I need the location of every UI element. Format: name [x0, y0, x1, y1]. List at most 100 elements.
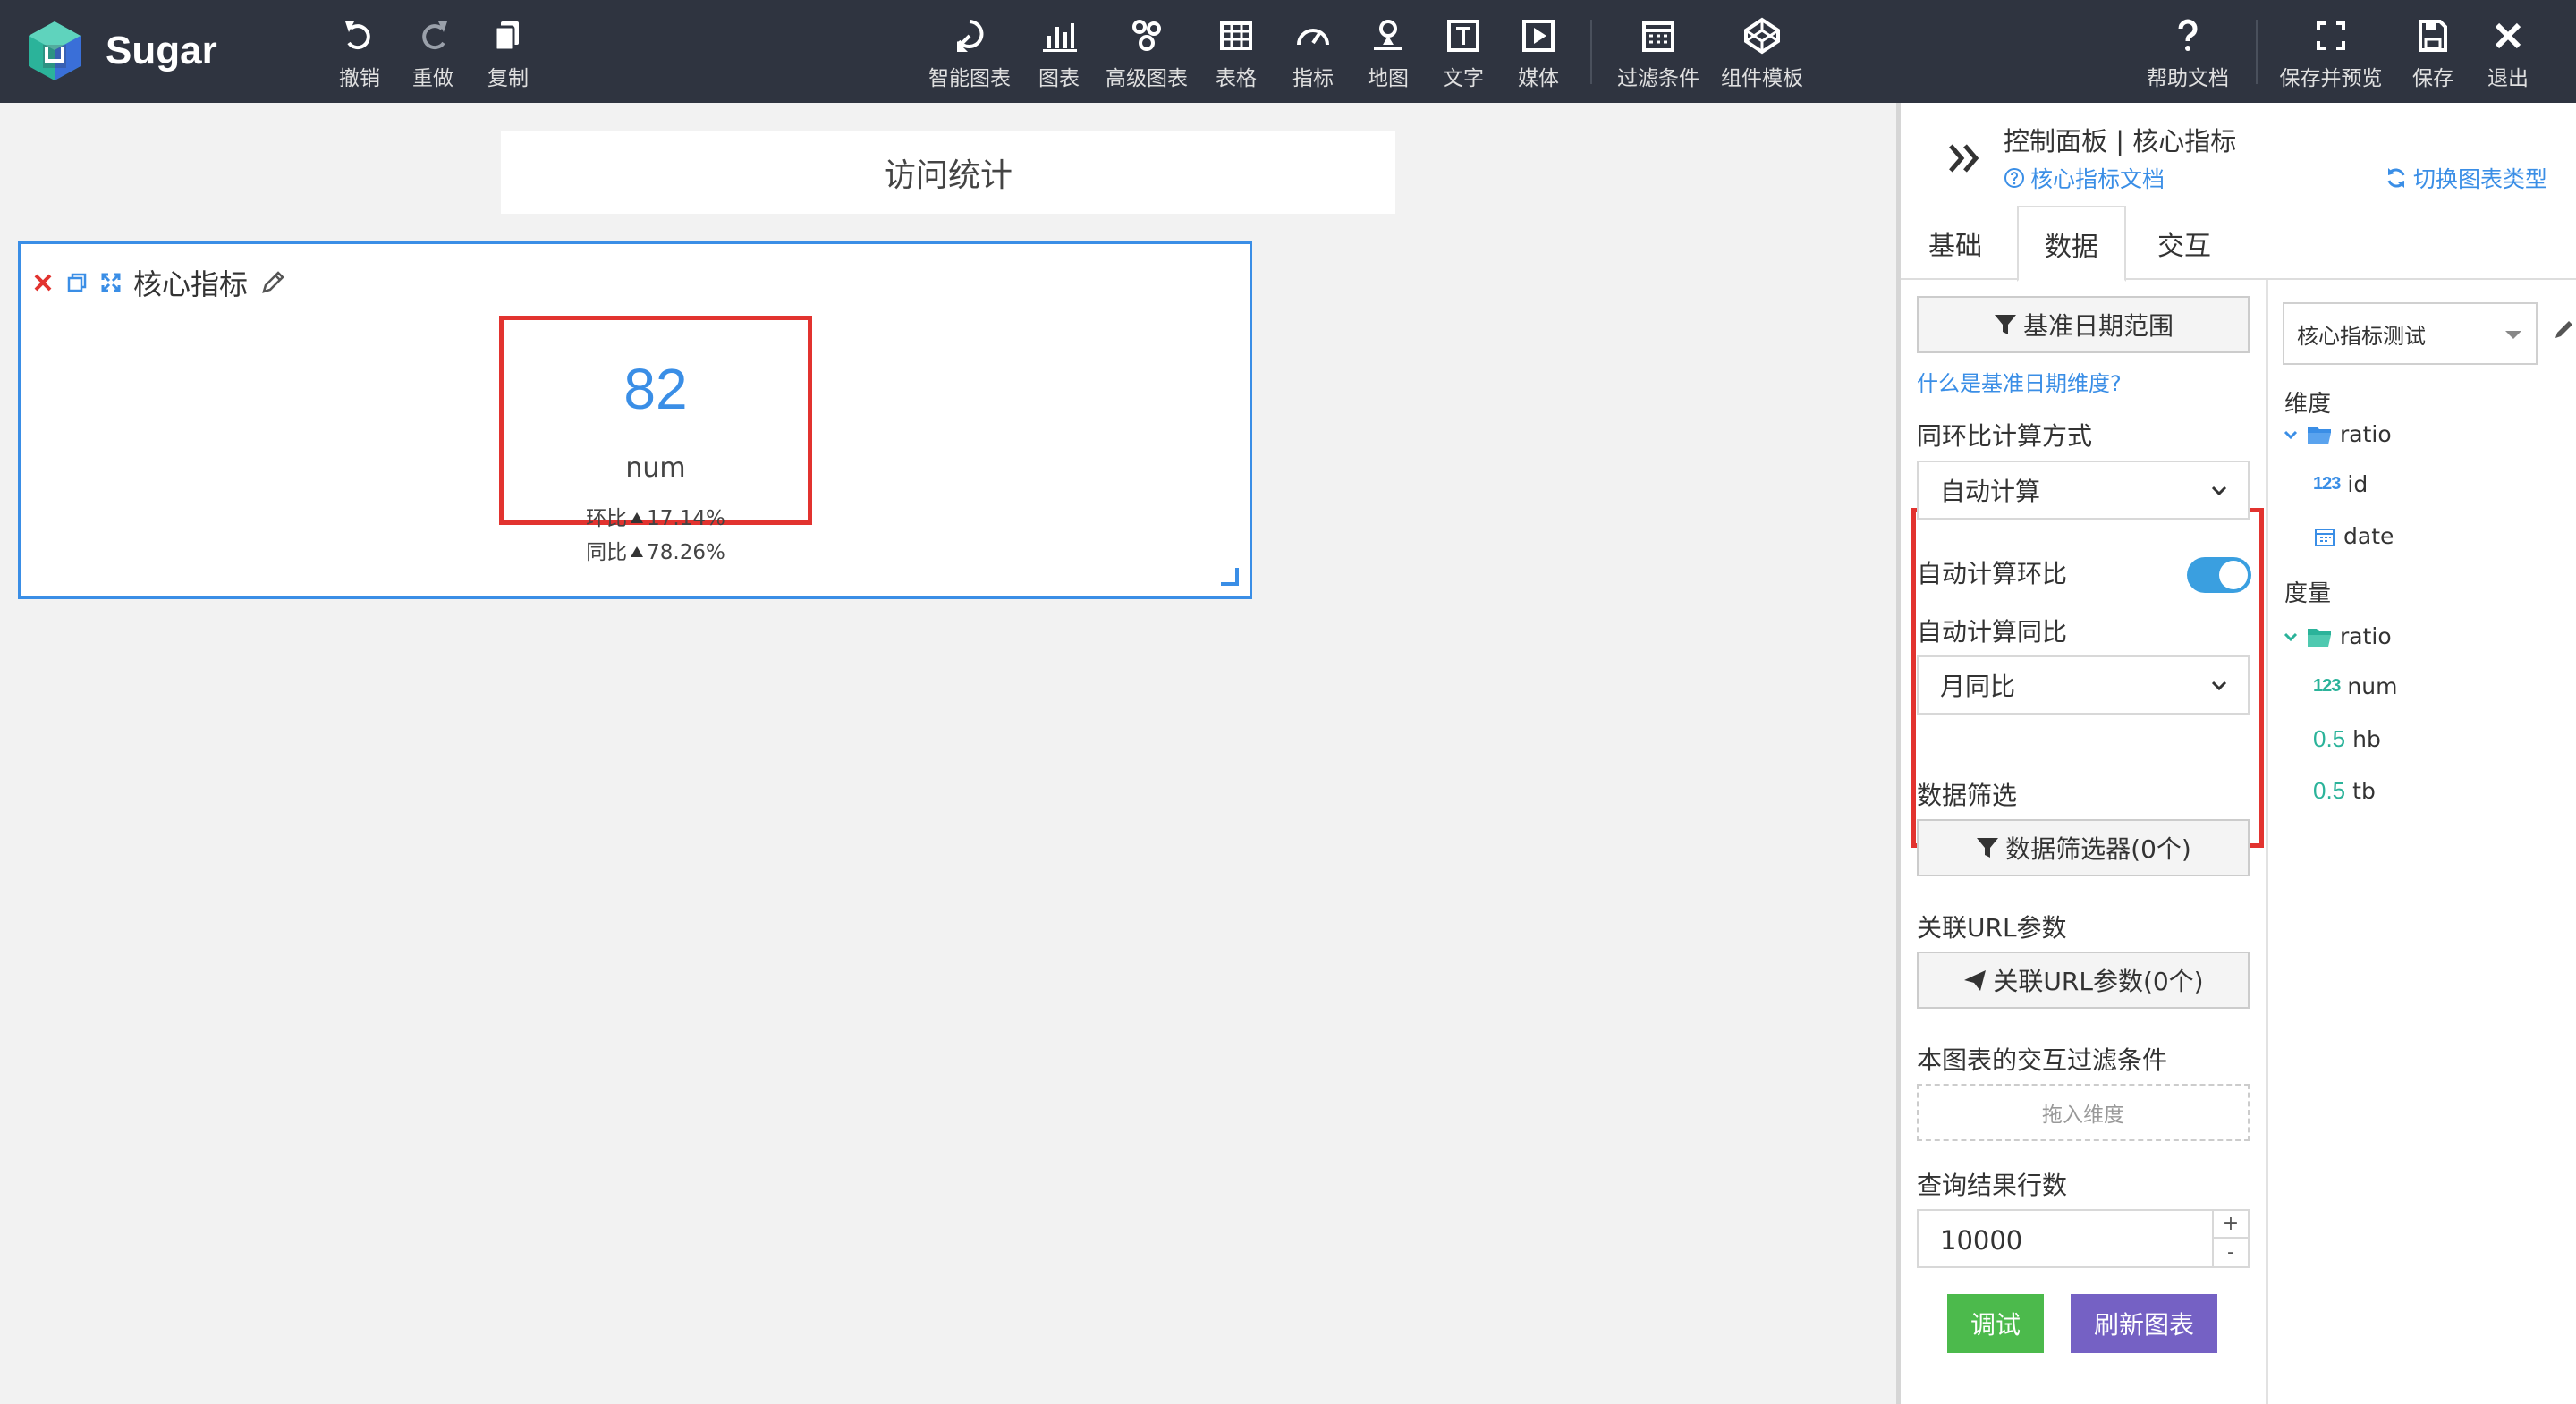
bar-chart-icon: [1043, 23, 1077, 52]
resize-handle[interactable]: [1221, 568, 1239, 586]
numeric-type-icon: 123: [2313, 474, 2341, 494]
metric-button[interactable]: 指标: [1292, 16, 1335, 91]
undo-button[interactable]: 撤销: [333, 16, 386, 91]
measure-folder[interactable]: ratio: [2283, 623, 2392, 649]
chevron-down-icon: [2284, 430, 2298, 439]
double-chevron-right-icon[interactable]: [1945, 139, 1985, 178]
folder-open-icon: [2308, 426, 2331, 444]
measure-field[interactable]: 0.5 hb: [2313, 725, 2381, 753]
folder-open-icon: [2308, 628, 2331, 647]
panel-title: 控制面板 | 核心指标: [2004, 126, 2237, 156]
calendar-filter-icon: [1642, 21, 1674, 52]
text-button[interactable]: 文字: [1442, 16, 1485, 91]
panel-tabs: 基础 数据 交互: [1901, 206, 2576, 282]
measure-field[interactable]: 0.5 tb: [2313, 777, 2376, 805]
save-preview-button[interactable]: 保存并预览: [2275, 16, 2386, 91]
switch-chart-type-link[interactable]: 切换图表类型: [2385, 162, 2547, 194]
smart-chart-button[interactable]: 智能图表: [927, 16, 1013, 91]
edit-pencil-icon[interactable]: [2551, 316, 2576, 343]
play-icon: [1522, 20, 1555, 52]
chevron-down-icon: [2211, 681, 2227, 691]
chevron-down-icon: [2211, 486, 2227, 496]
decimal-type-icon: 0.5: [2313, 725, 2346, 752]
dataset-fields-column: 核心指标测试 维度 ratio 123 id date 度量 ratio 123…: [2268, 280, 2576, 1404]
codepen-icon: [1744, 17, 1780, 55]
increment-button[interactable]: +: [2214, 1211, 2248, 1239]
advanced-chart-button[interactable]: 高级图表: [1104, 16, 1190, 91]
debug-button[interactable]: 调试: [1947, 1294, 2044, 1353]
tab-interaction[interactable]: 交互: [2126, 206, 2242, 280]
toolbar-divider: [2256, 20, 2258, 84]
refresh-chart-button[interactable]: 刷新图表: [2071, 1294, 2217, 1353]
auto-hb-toggle[interactable]: [2187, 557, 2251, 593]
calendar-icon: [2315, 528, 2334, 546]
save-button[interactable]: 保存: [2411, 16, 2454, 91]
widget-header: 核心指标: [31, 262, 287, 303]
auto-tb-select[interactable]: 月同比: [1917, 655, 2250, 715]
help-doc-button[interactable]: 帮助文档: [2145, 16, 2231, 91]
base-date-help-link[interactable]: 什么是基准日期维度?: [1917, 366, 2122, 397]
rows-stepper: + -: [2212, 1211, 2248, 1266]
kpi-name: num: [625, 452, 686, 484]
map-button[interactable]: 地图: [1367, 16, 1410, 91]
top-toolbar: Sugar 撤销 重做 复制 智能图表 图表 高级图表 表格 指标 地图 文字: [0, 0, 2576, 103]
rows-input[interactable]: 10000 + -: [1917, 1209, 2250, 1268]
data-filter-button[interactable]: 数据筛选器(0个): [1917, 819, 2250, 876]
dataset-select[interactable]: 核心指标测试: [2283, 302, 2538, 365]
doc-link[interactable]: 核心指标文档: [2004, 162, 2165, 194]
data-config-column: 基准日期范围 什么是基准日期维度? 同环比计算方式 自动计算 自动计算环比 自动…: [1901, 280, 2266, 1404]
map-pin-icon: [1374, 20, 1402, 50]
widget-title: 核心指标: [133, 267, 249, 301]
base-date-range-button[interactable]: 基准日期范围: [1917, 296, 2250, 353]
filter-condition-button[interactable]: 过滤条件: [1615, 16, 1701, 91]
edit-pencil-icon[interactable]: [258, 268, 287, 297]
dimension-field[interactable]: 123 id: [2313, 471, 2368, 497]
chevron-down-icon: [2284, 632, 2298, 641]
kpi-value: 82: [623, 357, 688, 421]
toolbar-divider: [1590, 20, 1592, 84]
sugar-logo-icon: [29, 21, 80, 80]
advanced-chart-icon: [1132, 20, 1161, 51]
exit-button[interactable]: 退出: [2487, 16, 2529, 91]
caret-down-icon: [2505, 331, 2521, 339]
rows-label: 查询结果行数: [1917, 1171, 2068, 1200]
dimension-folder[interactable]: ratio: [2283, 421, 2392, 447]
kpi-card: 82 num 环比 17.14% 同比 78.26%: [499, 316, 812, 564]
up-triangle-icon: [631, 512, 644, 523]
numeric-type-icon: 123: [2313, 676, 2341, 696]
auto-hb-label: 自动计算环比: [1917, 559, 2068, 588]
redo-icon: [422, 21, 447, 50]
duplicate-icon[interactable]: [65, 271, 89, 294]
core-metric-widget[interactable]: 核心指标 82 num 环比 17.14% 同比 78.26%: [18, 241, 1252, 599]
dashboard-canvas: 访问统计 核心指标 82 num 环比 17.14% 同比 78.26%: [0, 103, 1896, 1404]
brand-name: Sugar: [106, 29, 217, 72]
tab-basic[interactable]: 基础: [1901, 206, 2010, 280]
copy-icon: [494, 21, 519, 52]
table-button[interactable]: 表格: [1215, 16, 1258, 91]
delete-icon[interactable]: [31, 271, 55, 294]
chart-button[interactable]: 图表: [1038, 16, 1080, 91]
measure-field[interactable]: 123 num: [2313, 673, 2397, 699]
auto-tb-label: 自动计算同比: [1917, 617, 2068, 647]
dimension-field[interactable]: date: [2313, 523, 2394, 549]
decrement-button[interactable]: -: [2214, 1239, 2248, 1266]
component-template-button[interactable]: 组件模板: [1719, 16, 1805, 91]
fullscreen-icon: [2317, 21, 2345, 50]
kpi-tb-row: 同比 78.26%: [586, 541, 725, 564]
tab-data[interactable]: 数据: [2017, 206, 2126, 282]
text-icon: [1447, 20, 1479, 52]
url-param-label: 关联URL参数: [1917, 913, 2067, 943]
expand-icon[interactable]: [99, 271, 123, 294]
calc-method-select[interactable]: 自动计算: [1917, 461, 2250, 520]
interaction-filter-label: 本图表的交互过滤条件: [1917, 1045, 2168, 1075]
dimension-dropzone[interactable]: 拖入维度: [1917, 1084, 2250, 1141]
page-title[interactable]: 访问统计: [501, 131, 1395, 214]
media-button[interactable]: 媒体: [1517, 16, 1560, 91]
undo-icon: [345, 21, 370, 50]
help-circle-icon: [2004, 168, 2024, 188]
copy-button[interactable]: 复制: [481, 16, 535, 91]
question-icon: [2178, 19, 2198, 51]
redo-button[interactable]: 重做: [406, 16, 460, 91]
url-param-button[interactable]: 关联URL参数(0个): [1917, 952, 2250, 1009]
control-panel: 控制面板 | 核心指标 核心指标文档 切换图表类型 基础 数据 交互 基准日期范…: [1896, 103, 2576, 1404]
